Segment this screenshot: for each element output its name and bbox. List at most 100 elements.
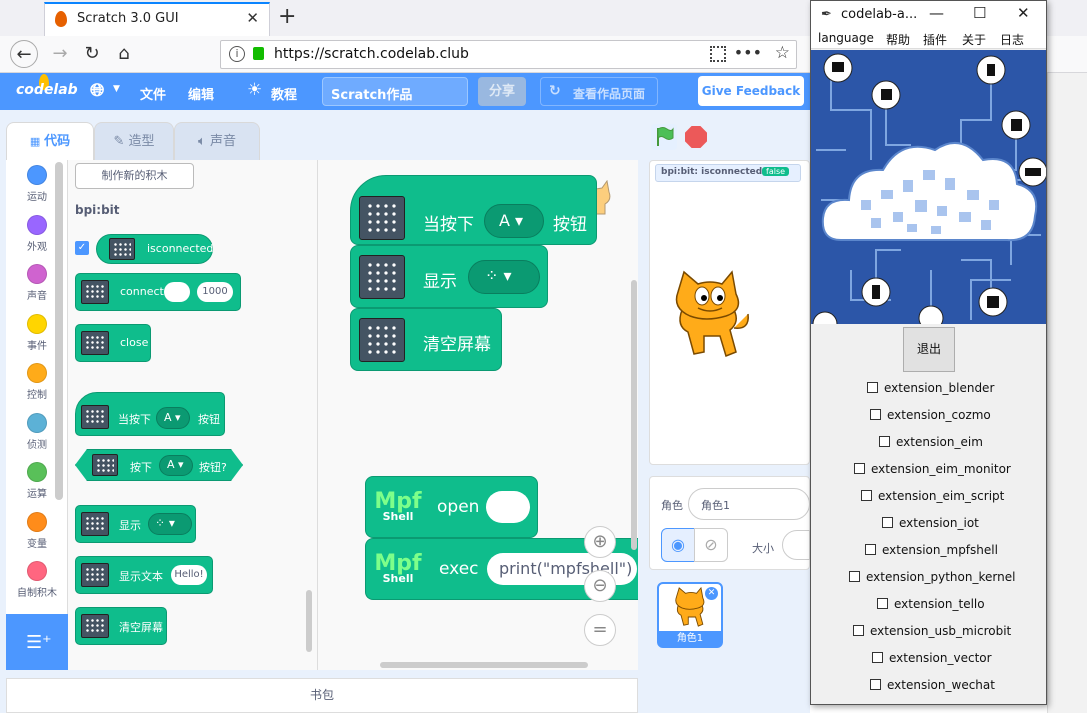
script-clear-screen[interactable]: 清空屏幕	[350, 308, 502, 371]
checkbox-icon[interactable]	[865, 544, 876, 555]
script-horizontal-scrollbar[interactable]	[380, 662, 588, 668]
bookmark-star-icon[interactable]: ☆	[775, 43, 790, 63]
extension-checkbox-6[interactable]: extension_iot	[882, 516, 979, 534]
extension-checkbox-7[interactable]: extension_mpfshell	[865, 543, 998, 561]
address-bar[interactable]: i https://scratch.codelab.club ••• ☆	[220, 40, 797, 69]
extension-checkbox-2[interactable]: extension_cozmo	[870, 408, 991, 426]
palette-scrollbar[interactable]	[306, 590, 312, 652]
menu-edit[interactable]: 编辑	[188, 84, 214, 103]
tab-code[interactable]: ▦ 代码	[6, 122, 94, 162]
menu-help[interactable]: 帮助	[886, 31, 910, 48]
popup-title-bar[interactable]: ✒ codelab-a... — ☐ ✕	[811, 1, 1046, 29]
project-title-input[interactable]: Scratch作品	[322, 77, 468, 106]
sprite-name-input[interactable]: 角色1	[688, 488, 810, 520]
checkbox-icon[interactable]	[854, 463, 865, 474]
green-flag-icon[interactable]	[651, 124, 677, 150]
scratch-cat-sprite[interactable]	[668, 270, 752, 362]
extension-checkbox-1[interactable]: extension_blender	[867, 381, 994, 399]
category-8[interactable]: 变量	[6, 511, 68, 550]
menu-log[interactable]: 日志	[1000, 31, 1024, 48]
block-button-pressed[interactable]: 按下 A ▾ 按钮?	[75, 449, 243, 481]
maximize-icon[interactable]: ☐	[973, 4, 986, 22]
checkbox-icon[interactable]	[853, 625, 864, 636]
qr-code-icon[interactable]	[710, 46, 726, 62]
checkbox-icon[interactable]	[879, 436, 890, 447]
extension-checkbox-10[interactable]: extension_usb_microbit	[853, 624, 1011, 642]
open-input[interactable]	[486, 491, 530, 523]
new-tab-button[interactable]: +	[278, 4, 296, 29]
delete-sprite-icon[interactable]: ✕	[705, 587, 718, 600]
script-vertical-scrollbar[interactable]	[631, 280, 637, 550]
quit-button[interactable]: 退出	[903, 327, 955, 372]
backpack-bar[interactable]: 书包	[6, 678, 638, 713]
category-2[interactable]: 外观	[6, 214, 68, 253]
block-show[interactable]: 显示 ⁘ ▾	[75, 505, 196, 543]
monitor-checkbox[interactable]: ✓	[75, 241, 89, 255]
category-4[interactable]: 事件	[6, 313, 68, 352]
category-6[interactable]: 侦测	[6, 412, 68, 451]
pressed-key-dropdown[interactable]: A ▾	[159, 455, 193, 476]
category-9[interactable]: 自制积木	[6, 561, 68, 599]
browser-tab[interactable]: Scratch 3.0 GUI ✕	[44, 2, 270, 36]
page-actions-icon[interactable]: •••	[734, 43, 762, 62]
add-extension-button[interactable]: ☰⁺	[6, 614, 68, 670]
extension-checkbox-9[interactable]: extension_tello	[877, 597, 985, 615]
tab-close-icon[interactable]: ✕	[246, 9, 259, 27]
checkbox-icon[interactable]	[867, 382, 878, 393]
key-dropdown[interactable]: A ▾	[156, 407, 190, 429]
forward-arrow-icon[interactable]: →	[46, 40, 74, 68]
category-3[interactable]: 声音	[6, 264, 68, 302]
zoom-in-button[interactable]: ⊕	[584, 526, 616, 558]
reload-icon[interactable]: ↻	[78, 40, 106, 68]
show-text-input[interactable]: Hello!	[171, 565, 207, 585]
close-window-icon[interactable]: ✕	[1017, 4, 1030, 22]
make-block-button[interactable]: 制作新的积木	[75, 163, 194, 189]
chevron-down-icon[interactable]: ▼	[113, 84, 120, 94]
info-icon[interactable]: i	[229, 46, 245, 62]
extension-checkbox-3[interactable]: extension_eim	[879, 435, 983, 453]
checkbox-icon[interactable]	[849, 571, 860, 582]
minimize-icon[interactable]: —	[929, 4, 944, 22]
extension-checkbox-5[interactable]: extension_eim_script	[861, 489, 1004, 507]
url-text[interactable]: https://scratch.codelab.club	[274, 46, 469, 62]
connect-port-input[interactable]: 1000	[197, 282, 233, 302]
checkbox-icon[interactable]	[877, 598, 888, 609]
show-sprite-eye-icon[interactable]: ◉	[661, 528, 695, 562]
sprite-thumbnail[interactable]: ✕ 角色1	[657, 582, 723, 648]
block-isconnected[interactable]: isconnected	[96, 234, 213, 264]
menu-about[interactable]: 关于	[962, 31, 986, 48]
globe-icon[interactable]: 🌐︎	[90, 80, 104, 101]
block-show-text[interactable]: 显示文本 Hello!	[75, 556, 213, 594]
menu-file[interactable]: 文件	[140, 84, 166, 103]
script-when-button-pressed[interactable]: 当按下 A ▾ 按钮	[350, 175, 597, 245]
extension-checkbox-11[interactable]: extension_vector	[872, 651, 992, 669]
category-1[interactable]: 运动	[6, 165, 68, 203]
tab-costumes[interactable]: ✎ 造型	[94, 122, 174, 160]
block-close[interactable]: close	[75, 324, 151, 362]
back-arrow-icon[interactable]: ←	[10, 40, 38, 68]
script-key-dropdown[interactable]: A ▾	[484, 204, 544, 238]
checkbox-icon[interactable]	[870, 679, 881, 690]
see-project-page-button[interactable]: ↻ 查看作品页面	[540, 77, 658, 106]
checkbox-icon[interactable]	[861, 490, 872, 501]
give-feedback-button[interactable]: Give Feedback	[698, 76, 804, 106]
variable-monitor[interactable]: bpi:bit: isconnected false	[655, 164, 801, 182]
block-clear-screen[interactable]: 清空屏幕	[75, 607, 167, 645]
script-show[interactable]: 显示 ⁘ ▾	[350, 245, 548, 308]
zoom-out-button[interactable]: ⊖	[584, 570, 616, 602]
zoom-reset-button[interactable]: =	[584, 614, 616, 646]
tab-sounds[interactable]: 🔈︎ 声音	[174, 122, 260, 160]
home-icon[interactable]: ⌂	[110, 40, 138, 68]
pattern-dropdown[interactable]: ⁘ ▾	[148, 513, 192, 535]
block-connect[interactable]: connect 1000	[75, 273, 241, 311]
script-mpf-open[interactable]: Mpf Shell open	[365, 476, 538, 538]
share-button[interactable]: 分享	[478, 77, 526, 106]
block-when-button-pressed[interactable]: 当按下 A ▾ 按钮	[75, 392, 225, 436]
checkbox-icon[interactable]	[882, 517, 893, 528]
codelab-logo[interactable]: codelab	[16, 82, 78, 98]
connect-empty-input[interactable]	[164, 282, 190, 302]
lightbulb-icon[interactable]: ☀	[247, 80, 262, 100]
checkbox-icon[interactable]	[870, 409, 881, 420]
category-7[interactable]: 运算	[6, 462, 68, 500]
menu-language[interactable]: language	[818, 31, 874, 45]
